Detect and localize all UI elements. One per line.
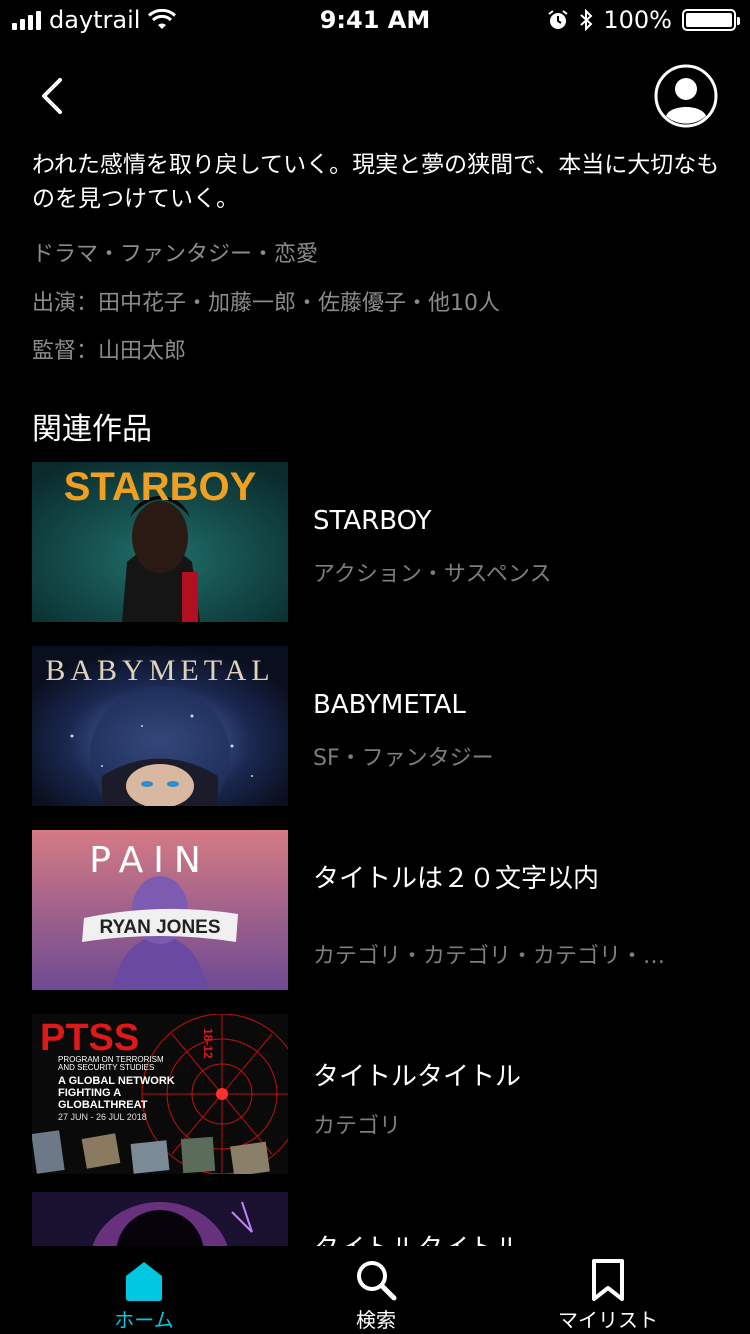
related-item[interactable]: BABYMETAL BABYMETAL SF・ファンタジー: [32, 646, 722, 806]
related-item-category: SF・ファンタジー: [313, 746, 494, 771]
bluetooth-icon: [580, 8, 593, 32]
related-item-category: アクション・サスペンス: [313, 562, 552, 587]
alarm-icon: [548, 10, 568, 29]
poster-title-text: PTSS: [40, 1017, 139, 1059]
detail-content[interactable]: われた感情を取り戻していく。現実と夢の狭間で、本当に大切なものを見つけていく。 …: [0, 140, 750, 1246]
related-section-title: 関連作品: [32, 412, 152, 447]
poster-line: FIGHTING A: [58, 1087, 121, 1099]
cast-text: 出演：田中花子・加藤一郎・佐藤優子・他10人: [32, 291, 500, 316]
poster-line: GLOBALTHREAT: [58, 1099, 148, 1111]
poster-line: A GLOBAL NETWORK: [58, 1075, 175, 1087]
related-item[interactable]: STARBOY STARBOY アクション・サスペンス: [32, 462, 722, 622]
related-item-title: タイトルは２０文字以内: [313, 864, 600, 894]
tab-home[interactable]: ホーム: [64, 1246, 224, 1334]
status-right: 100%: [547, 6, 740, 34]
related-item[interactable]: タイトルタイトル: [32, 1192, 722, 1246]
tab-search[interactable]: 検索: [296, 1246, 456, 1334]
poster-title-text: PAIN: [89, 840, 211, 881]
poster-subtitle-text: RYAN JONES: [99, 917, 220, 938]
related-item-title: タイトルタイトル: [313, 1228, 521, 1246]
poster-image: PTSS 18-12 PROGRAM ON TERRORISM AND SECU…: [32, 1014, 288, 1174]
poster-image: PAIN RYAN JONES: [32, 830, 288, 990]
poster-image: BABYMETAL: [32, 646, 288, 806]
tab-mylist-label: マイリスト: [558, 1308, 658, 1332]
home-icon: [126, 1262, 162, 1301]
battery-icon: [682, 9, 740, 31]
poster-image: [32, 1192, 288, 1246]
description-text: われた感情を取り戻していく。現実と夢の狭間で、本当に大切なものを見つけていく。: [32, 152, 720, 212]
profile-icon[interactable]: [654, 64, 718, 128]
related-item[interactable]: PTSS 18-12 PROGRAM ON TERRORISM AND SECU…: [32, 1014, 722, 1174]
poster-title-text: STARBOY: [64, 465, 257, 509]
related-item-title: タイトルタイトル: [313, 1062, 522, 1092]
tab-home-label: ホーム: [114, 1308, 174, 1332]
related-item-category: カテゴリ・カテゴリ・カテゴリ・…: [313, 944, 666, 969]
related-item-title: STARBOY: [313, 506, 432, 536]
poster-title-text: BABYMETAL: [45, 654, 274, 687]
poster-image: STARBOY: [32, 462, 288, 622]
related-item-title: BABYMETAL: [313, 690, 466, 720]
battery-percent: 100%: [603, 6, 672, 34]
poster-year-text: 18-12: [201, 1028, 215, 1059]
tab-bar: ホーム 検索 マイリスト: [0, 1246, 750, 1334]
bookmark-icon: [592, 1259, 624, 1301]
search-icon: [357, 1261, 397, 1301]
status-bar: daytrail 9:41 AM 100%: [0, 0, 750, 40]
tab-search-label: 検索: [356, 1308, 396, 1332]
genre-text: ドラマ・ファンタジー・恋愛: [32, 242, 319, 267]
director-text: 監督：山田太郎: [32, 339, 187, 364]
related-item-category: カテゴリ: [313, 1114, 402, 1139]
tab-mylist[interactable]: マイリスト: [528, 1246, 688, 1334]
related-item[interactable]: PAIN RYAN JONES タイトルは２０文字以内 カテゴリ・カテゴリ・カテ…: [32, 830, 722, 990]
poster-line: AND SECURITY STUDIES: [58, 1063, 154, 1072]
poster-line: 27 JUN - 26 JUL 2018: [58, 1112, 147, 1122]
back-icon[interactable]: [32, 74, 76, 118]
